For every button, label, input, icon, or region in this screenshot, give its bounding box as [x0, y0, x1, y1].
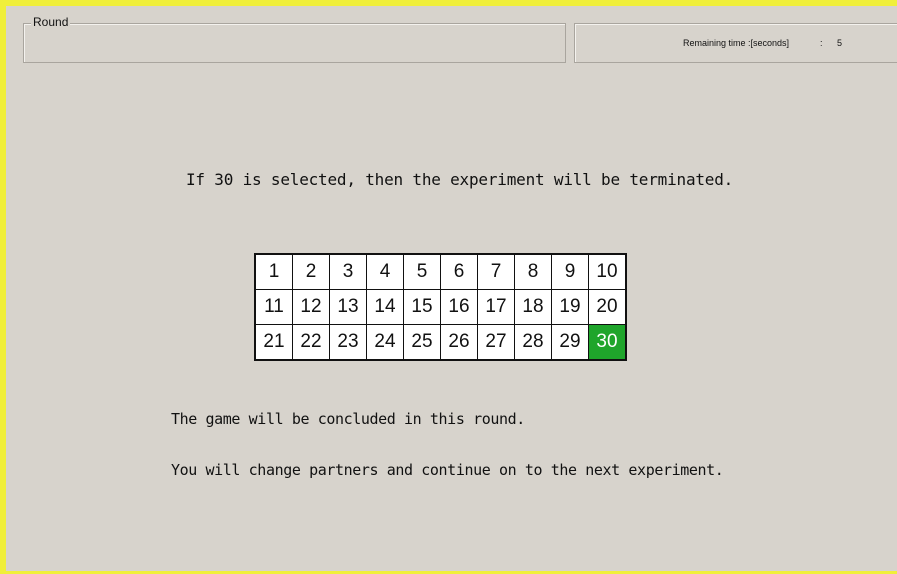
number-cell-11[interactable]: 11: [256, 290, 292, 324]
number-cell-14[interactable]: 14: [367, 290, 403, 324]
number-cell-16[interactable]: 16: [441, 290, 477, 324]
number-cell-8[interactable]: 8: [515, 255, 551, 289]
number-cell-1[interactable]: 1: [256, 255, 292, 289]
number-cell-21[interactable]: 21: [256, 325, 292, 359]
round-label: Round: [31, 15, 71, 29]
number-cell-6[interactable]: 6: [441, 255, 477, 289]
number-cell-27[interactable]: 27: [478, 325, 514, 359]
selection-message: If 30 is selected, then the experiment w…: [186, 170, 734, 189]
number-cell-28[interactable]: 28: [515, 325, 551, 359]
number-cell-7[interactable]: 7: [478, 255, 514, 289]
number-cell-25[interactable]: 25: [404, 325, 440, 359]
game-window: Round Remaining time :[seconds] : 5 If 3…: [0, 0, 897, 574]
number-cell-5[interactable]: 5: [404, 255, 440, 289]
round-panel: Round: [23, 15, 566, 63]
number-cell-15[interactable]: 15: [404, 290, 440, 324]
number-cell-19[interactable]: 19: [552, 290, 588, 324]
remaining-time-value: 5: [837, 38, 843, 48]
number-cell-23[interactable]: 23: [330, 325, 366, 359]
number-cell-9[interactable]: 9: [552, 255, 588, 289]
number-cell-30[interactable]: 30: [589, 325, 625, 359]
number-cell-20[interactable]: 20: [589, 290, 625, 324]
remaining-time-separator: :: [820, 38, 823, 48]
partner-message: You will change partners and continue on…: [171, 461, 724, 479]
number-cell-2[interactable]: 2: [293, 255, 329, 289]
timer-panel: Remaining time :[seconds] : 5: [574, 23, 897, 63]
number-cell-22[interactable]: 22: [293, 325, 329, 359]
number-cell-4[interactable]: 4: [367, 255, 403, 289]
number-cell-17[interactable]: 17: [478, 290, 514, 324]
number-cell-13[interactable]: 13: [330, 290, 366, 324]
number-cell-29[interactable]: 29: [552, 325, 588, 359]
number-cell-3[interactable]: 3: [330, 255, 366, 289]
number-cell-18[interactable]: 18: [515, 290, 551, 324]
conclusion-message: The game will be concluded in this round…: [171, 410, 525, 428]
number-grid: 1 2 3 4 5 6 7 8 9 10 11 12 13 14 15 16 17 18 19 20 21 22 23 24 2…: [254, 253, 627, 361]
number-cell-24[interactable]: 24: [367, 325, 403, 359]
number-cell-10[interactable]: 10: [589, 255, 625, 289]
number-cell-12[interactable]: 12: [293, 290, 329, 324]
remaining-time-label: Remaining time :[seconds]: [683, 38, 790, 48]
number-cell-26[interactable]: 26: [441, 325, 477, 359]
